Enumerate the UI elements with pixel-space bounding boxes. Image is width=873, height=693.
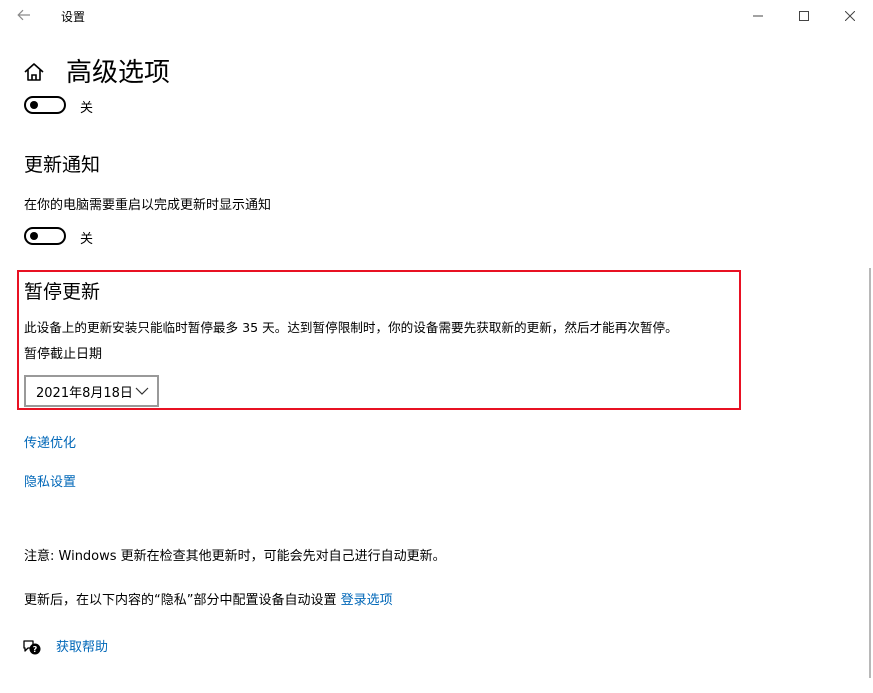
home-button[interactable] xyxy=(23,61,45,83)
maximize-icon xyxy=(799,11,809,21)
back-button[interactable] xyxy=(10,4,38,28)
toggle-knob xyxy=(30,232,38,240)
windows-update-note: 注意: Windows 更新在检查其他更新时，可能会先对自己进行自动更新。 xyxy=(24,549,446,564)
title-bar: 设置 xyxy=(0,0,873,32)
sign-in-options-link[interactable]: 登录选项 xyxy=(341,593,393,608)
scrollbar[interactable] xyxy=(869,268,871,678)
maximize-button[interactable] xyxy=(781,0,827,32)
pause-until-label: 暂停截止日期 xyxy=(24,347,103,362)
chat-help-icon: ? xyxy=(23,640,41,655)
chevron-down-icon xyxy=(135,387,149,395)
pause-until-date-dropdown[interactable]: 2021年8月18日 xyxy=(24,375,159,407)
pause-until-date-value: 2021年8月18日 xyxy=(36,385,133,401)
previous-setting-toggle[interactable] xyxy=(24,96,66,114)
home-icon xyxy=(24,63,44,81)
window-title: 设置 xyxy=(61,10,86,24)
after-update-note: 更新后，在以下内容的“隐私”部分中配置设备自动设置 登录选项 xyxy=(24,592,393,610)
close-button[interactable] xyxy=(827,0,873,32)
previous-setting-toggle-state: 关 xyxy=(80,101,94,116)
get-help-icon-wrapper[interactable]: ? xyxy=(22,639,42,657)
update-notifications-description: 在你的电脑需要重启以完成更新时显示通知 xyxy=(24,198,272,213)
update-notifications-toggle[interactable] xyxy=(24,227,66,245)
delivery-optimization-link[interactable]: 传递优化 xyxy=(24,435,76,453)
back-arrow-icon xyxy=(17,9,30,21)
after-update-note-text: 更新后，在以下内容的“隐私”部分中配置设备自动设置 xyxy=(24,593,341,608)
close-icon xyxy=(845,11,855,21)
minimize-icon xyxy=(753,15,763,17)
update-notifications-toggle-state: 关 xyxy=(80,232,94,247)
window-controls xyxy=(735,0,873,32)
page-title: 高级选项 xyxy=(66,58,171,88)
pause-updates-description: 此设备上的更新安装只能临时暂停最多 35 天。达到暂停限制时，你的设备需要先获取… xyxy=(24,320,678,335)
update-notifications-heading: 更新通知 xyxy=(24,154,101,176)
minimize-button[interactable] xyxy=(735,0,781,32)
pause-updates-heading: 暂停更新 xyxy=(24,281,101,303)
toggle-knob xyxy=(30,101,38,109)
get-help-link[interactable]: 获取帮助 xyxy=(56,639,108,657)
svg-text:?: ? xyxy=(33,645,38,654)
privacy-settings-link[interactable]: 隐私设置 xyxy=(24,474,76,492)
